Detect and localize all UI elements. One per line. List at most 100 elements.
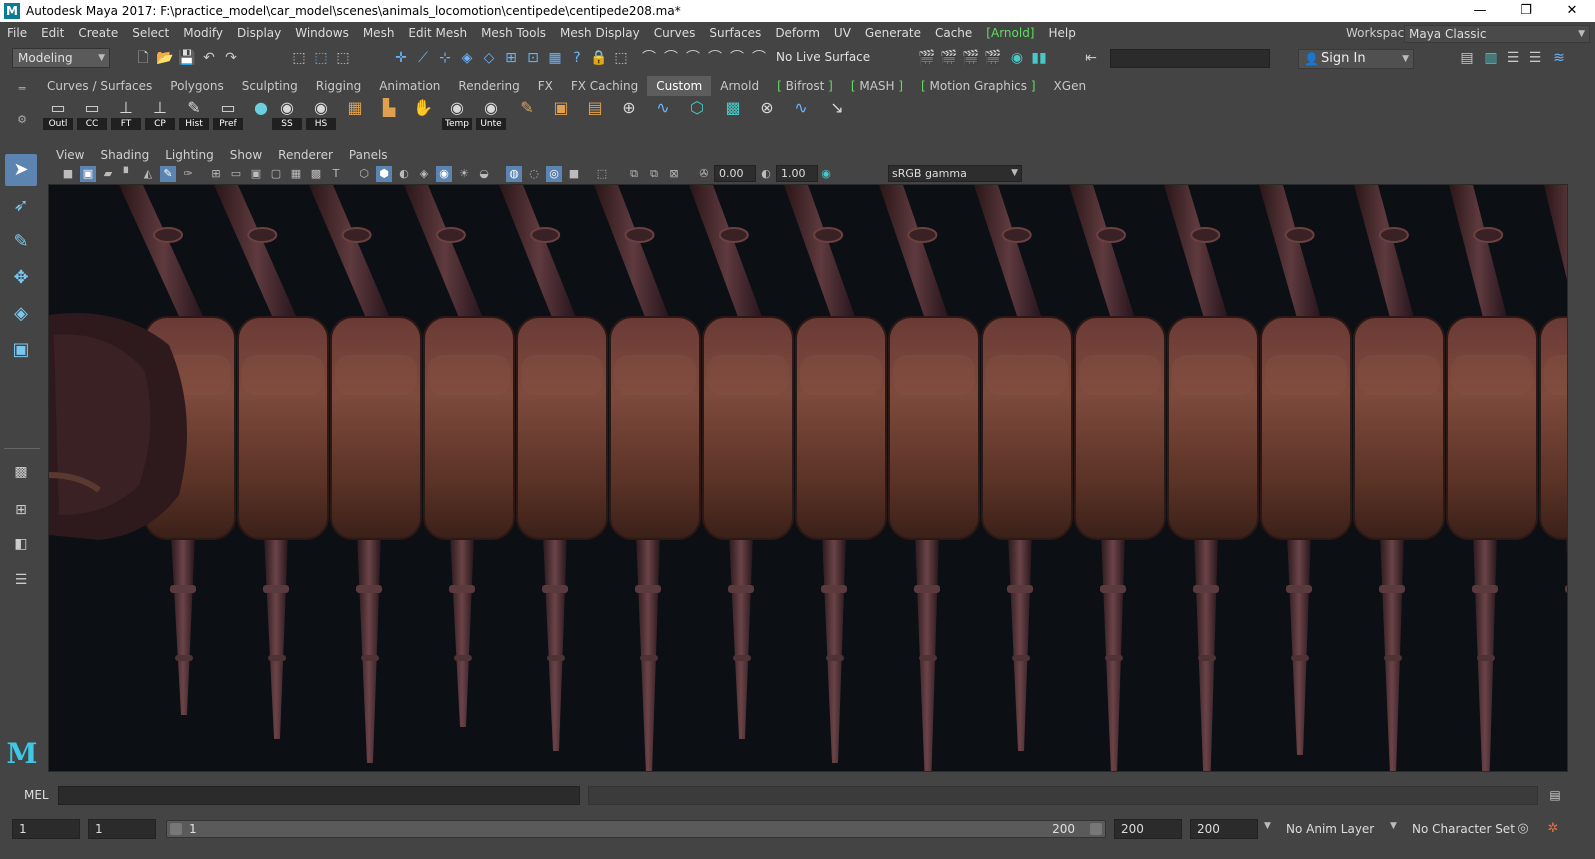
symmetry-icon[interactable]: ⬚ xyxy=(612,49,630,67)
menu-deform[interactable]: Deform xyxy=(768,22,827,44)
exposure-icon[interactable]: ✇ xyxy=(696,166,712,182)
menu-create[interactable]: Create xyxy=(71,22,125,44)
menu-file[interactable]: File xyxy=(0,22,34,44)
range-slider[interactable]: 1 200 xyxy=(166,820,1106,838)
anti-aliasing-icon[interactable]: ⊠ xyxy=(666,166,682,182)
view-transform-dropdown[interactable]: sRGB gamma ▼ xyxy=(888,165,1022,182)
menu-display[interactable]: Display xyxy=(230,22,288,44)
menu-edit[interactable]: Edit xyxy=(34,22,71,44)
menu-select[interactable]: Select xyxy=(125,22,176,44)
panel-menu-panels[interactable]: Panels xyxy=(341,148,396,162)
hypershade-icon[interactable]: ◉ xyxy=(1008,49,1026,67)
snap-curve-icon[interactable]: ⟋ xyxy=(414,49,432,67)
pen-icon[interactable]: ✑ xyxy=(180,166,196,182)
menu-help[interactable]: Help xyxy=(1042,22,1083,44)
gamma-field[interactable]: 1.00 xyxy=(776,165,818,182)
grid-shelf-button[interactable]: ▦ xyxy=(340,98,370,130)
cube-shelf-button[interactable]: ▣ xyxy=(546,98,576,130)
curve-shelf-button[interactable]: ∿ xyxy=(648,98,678,130)
playback-start-field[interactable]: 1 xyxy=(88,819,156,839)
magnet-icon[interactable]: ⌒ xyxy=(750,49,768,67)
chevron-down-icon[interactable]: ▼ xyxy=(1390,821,1397,831)
shelf-tab-animation[interactable]: Animation xyxy=(370,76,449,96)
reflect-icon[interactable]: ⌒ xyxy=(728,49,746,67)
arnold-shelf-button[interactable]: ⬡ xyxy=(682,98,712,130)
extrude-shelf-button[interactable]: ▙ xyxy=(374,98,404,130)
template-shelf-button[interactable]: ◉ Temp xyxy=(442,98,472,130)
center-pivot-shelf-button[interactable]: ⊥ CP xyxy=(145,98,175,130)
panel-menu-lighting[interactable]: Lighting xyxy=(157,148,222,162)
layer-editor-icon[interactable]: ≋ xyxy=(1550,49,1568,67)
select-camera-icon[interactable]: ⬚ xyxy=(594,166,610,182)
render-frame-icon[interactable]: 🎬 xyxy=(940,49,958,67)
maximize-button[interactable]: ❐ xyxy=(1503,0,1549,22)
color-management-icon[interactable]: ◉ xyxy=(818,166,834,182)
untemplate-shelf-button[interactable]: ◉ Unte xyxy=(476,98,506,130)
panel-menu-show[interactable]: Show xyxy=(222,148,270,162)
panel-menu-shading[interactable]: Shading xyxy=(92,148,157,162)
safe-title-icon[interactable]: T xyxy=(328,166,344,182)
undo-icon[interactable]: ↶ xyxy=(200,49,218,67)
outliner-layout-icon[interactable]: ☰ xyxy=(5,564,37,596)
bookmark-icon[interactable]: ▰ xyxy=(100,166,116,182)
use-all-lights-icon[interactable]: ◉ xyxy=(436,166,452,182)
screen-space-ao-icon[interactable]: ◒ xyxy=(476,166,492,182)
2d-pan-zoom-icon[interactable]: ◭ xyxy=(140,166,156,182)
show-selected-shelf-button[interactable]: ◉ SS xyxy=(272,98,302,130)
shelf-tab-fx[interactable]: FX xyxy=(529,76,562,96)
shelf-tab-menu-icon[interactable]: ═ xyxy=(10,82,34,95)
safe-action-icon[interactable]: ▩ xyxy=(308,166,324,182)
minimize-button[interactable]: — xyxy=(1457,0,1503,22)
auto-key-icon[interactable]: ◎ xyxy=(1514,820,1532,838)
field-chart-icon[interactable]: ▦ xyxy=(288,166,304,182)
snap-face-icon[interactable]: ▦ xyxy=(546,49,564,67)
menu-mesh-tools[interactable]: Mesh Tools xyxy=(474,22,553,44)
menu-cache[interactable]: Cache xyxy=(928,22,979,44)
redo-icon[interactable]: ↷ xyxy=(222,49,240,67)
input-line-field[interactable] xyxy=(1110,49,1270,68)
isolate-select-icon[interactable]: ◎ xyxy=(546,166,562,182)
animation-end-field[interactable]: 200 xyxy=(1190,819,1258,839)
grid-toggle-icon[interactable]: ⊞ xyxy=(208,166,224,182)
workspace-dropdown[interactable]: Maya Classic ▼ xyxy=(1404,25,1590,43)
menu-edit-mesh[interactable]: Edit Mesh xyxy=(401,22,474,44)
move-tool-icon[interactable]: ✥ xyxy=(5,262,37,294)
single-perspective-layout-icon[interactable]: ▩ xyxy=(5,456,37,488)
freeze-transforms-shelf-button[interactable]: ⊥ FT xyxy=(111,98,141,130)
paint-select-tool-icon[interactable]: ✎ xyxy=(5,226,37,258)
menu-mesh[interactable]: Mesh xyxy=(356,22,402,44)
menu-curves[interactable]: Curves xyxy=(647,22,703,44)
select-tool-icon[interactable]: ➤ xyxy=(5,154,37,186)
shadows-icon[interactable]: ☀ xyxy=(456,166,472,182)
lock-icon[interactable]: 🔒 xyxy=(590,49,608,67)
script-language-toggle[interactable]: MEL xyxy=(24,788,49,802)
snap-view-plane-icon[interactable]: ◈ xyxy=(458,49,476,67)
four-view-layout-icon[interactable]: ⊞ xyxy=(5,494,37,526)
animation-preferences-icon[interactable]: ✲ xyxy=(1544,820,1562,838)
make-live-icon[interactable]: ? xyxy=(568,49,586,67)
close-button[interactable]: ✕ xyxy=(1549,0,1595,22)
scale-tool-icon[interactable]: ▣ xyxy=(5,334,37,366)
snap-live-icon[interactable]: ◇ xyxy=(480,49,498,67)
playback-end-field[interactable]: 200 xyxy=(1114,819,1182,839)
shelf-settings-icon[interactable]: ⚙ xyxy=(10,113,34,126)
panel-menu-view[interactable]: View xyxy=(48,148,92,162)
menu-uv[interactable]: UV xyxy=(827,22,858,44)
select-hierarchy-icon[interactable]: ⬚ xyxy=(290,49,308,67)
menu-surfaces[interactable]: Surfaces xyxy=(702,22,768,44)
menu-arnold[interactable]: [Arnold] xyxy=(979,22,1041,44)
modeling-toolkit-icon[interactable]: ▤ xyxy=(1458,49,1476,67)
menu-generate[interactable]: Generate xyxy=(858,22,928,44)
menu-windows[interactable]: Windows xyxy=(288,22,356,44)
arnold-render-icon[interactable]: ▮▮ xyxy=(1030,49,1048,67)
snap-vertex-icon[interactable]: ⊞ xyxy=(502,49,520,67)
select-object-icon[interactable]: ⬚ xyxy=(312,49,330,67)
render-view-icon[interactable]: 🎬 xyxy=(918,49,936,67)
target-shelf-button[interactable]: ⊗ xyxy=(752,98,782,130)
open-scene-icon[interactable]: 📂 xyxy=(156,49,174,67)
menu-mesh-display[interactable]: Mesh Display xyxy=(553,22,647,44)
gate-mask-icon[interactable]: ▢ xyxy=(268,166,284,182)
gamma-icon[interactable]: ◐ xyxy=(758,166,774,182)
film-gate-icon[interactable]: ▭ xyxy=(228,166,244,182)
resolution-gate-icon[interactable]: ▣ xyxy=(248,166,264,182)
